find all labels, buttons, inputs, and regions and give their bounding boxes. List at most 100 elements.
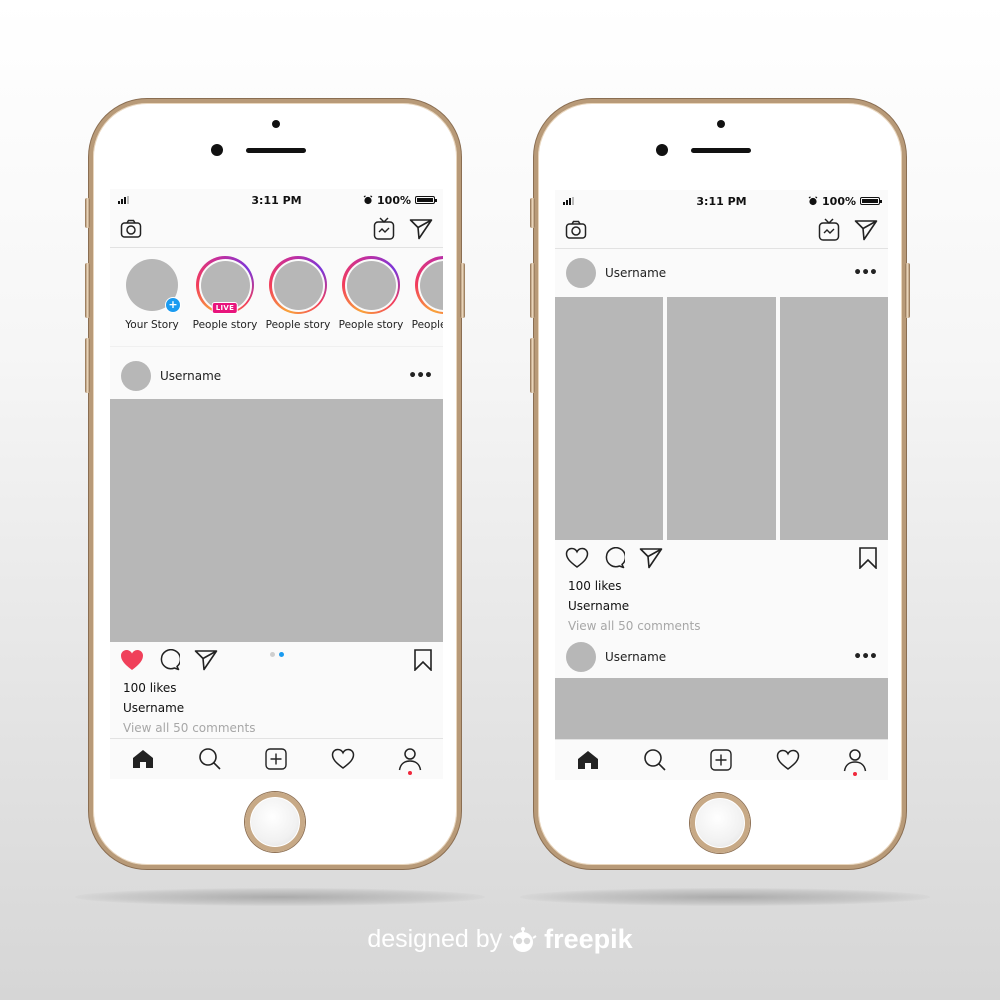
- story-ring: [415, 256, 443, 314]
- credit-prefix: designed by: [367, 925, 503, 953]
- post-username[interactable]: Username: [160, 369, 221, 383]
- story-item[interactable]: People story: [339, 256, 403, 346]
- comment-icon[interactable]: [158, 649, 180, 671]
- bottom-nav: [555, 739, 888, 780]
- carousel-dot: [269, 652, 275, 657]
- carousel-indicator: [269, 652, 284, 657]
- nav-new-post[interactable]: [706, 745, 736, 775]
- earpiece-speaker: [691, 148, 751, 153]
- volume-down-button: [530, 338, 535, 393]
- post-username[interactable]: Username: [605, 650, 666, 664]
- post-image[interactable]: [555, 297, 664, 540]
- volume-up-button: [85, 263, 90, 318]
- live-badge: LIVE: [211, 302, 239, 314]
- mute-switch: [530, 198, 535, 228]
- next-post-image[interactable]: [555, 678, 888, 748]
- story-label: People story: [192, 319, 258, 331]
- caption-username[interactable]: Username: [110, 698, 443, 718]
- add-story-icon[interactable]: +: [165, 297, 181, 313]
- likes-count[interactable]: 100 likes: [110, 678, 443, 698]
- more-options-icon[interactable]: •••: [408, 368, 433, 384]
- front-camera: [211, 144, 223, 156]
- new-post-icon: [265, 748, 288, 770]
- comment-icon[interactable]: [603, 547, 625, 569]
- proximity-sensor: [272, 120, 280, 128]
- activity-heart-icon: [331, 748, 355, 769]
- post-image[interactable]: [110, 399, 443, 642]
- credit-watermark: designed by freepik: [0, 924, 1000, 955]
- nav-search[interactable]: [195, 744, 225, 774]
- more-options-icon[interactable]: •••: [853, 649, 878, 665]
- home-icon: [578, 751, 599, 769]
- nav-activity[interactable]: [773, 745, 803, 775]
- phone-right: 3:11 PM 100% Username ••• 100 likes User…: [530, 99, 910, 869]
- home-button[interactable]: [690, 793, 750, 853]
- nav-profile[interactable]: [840, 745, 870, 776]
- camera-icon[interactable]: [565, 220, 587, 240]
- post-image[interactable]: [779, 297, 888, 540]
- igtv-icon[interactable]: [818, 218, 840, 242]
- battery-icon: [415, 196, 437, 204]
- story-item-live[interactable]: LIVE People story: [193, 256, 257, 346]
- carousel-dot-active: [278, 652, 284, 657]
- story-your-story[interactable]: + Your Story: [124, 256, 181, 346]
- volume-up-button: [530, 263, 535, 318]
- post-actions: [555, 540, 888, 576]
- avatar: [419, 260, 443, 310]
- story-label: Your Story: [125, 319, 179, 331]
- share-icon[interactable]: [639, 547, 663, 569]
- story-ring: [342, 256, 400, 314]
- igtv-icon[interactable]: [373, 217, 395, 241]
- story-label: People story: [411, 319, 443, 331]
- activity-heart-icon: [776, 749, 800, 770]
- earpiece-speaker: [246, 148, 306, 153]
- avatar[interactable]: [566, 642, 596, 672]
- stories-tray: + Your Story LIVE People story People st…: [110, 248, 443, 347]
- view-comments-link[interactable]: View all 50 comments: [110, 718, 443, 738]
- avatar[interactable]: [121, 361, 151, 391]
- caption-username[interactable]: Username: [555, 596, 888, 616]
- notification-dot: [407, 771, 412, 775]
- front-camera: [656, 144, 668, 156]
- story-item[interactable]: People story: [412, 256, 443, 346]
- battery-percent: 100%: [822, 194, 856, 208]
- freepik-logo-icon: [508, 926, 538, 954]
- home-icon: [133, 750, 154, 768]
- like-heart-filled-icon[interactable]: [120, 649, 144, 671]
- direct-message-icon[interactable]: [854, 219, 878, 241]
- post-header: Username •••: [555, 249, 888, 297]
- phone-shadow-left: [75, 888, 485, 906]
- share-icon[interactable]: [194, 649, 218, 671]
- post-username[interactable]: Username: [605, 266, 666, 280]
- story-label: People story: [338, 319, 404, 331]
- nav-activity[interactable]: [328, 744, 358, 774]
- camera-icon[interactable]: [120, 219, 142, 239]
- credit-brand: freepik: [544, 924, 633, 954]
- avatar[interactable]: [566, 258, 596, 288]
- bookmark-icon[interactable]: [858, 547, 878, 569]
- search-icon: [644, 749, 666, 771]
- nav-new-post[interactable]: [261, 744, 291, 774]
- bottom-nav: [110, 738, 443, 779]
- nav-home[interactable]: [128, 744, 158, 774]
- story-item[interactable]: People story: [266, 256, 330, 346]
- nav-home[interactable]: [573, 745, 603, 775]
- more-options-icon[interactable]: •••: [853, 265, 878, 281]
- like-heart-icon[interactable]: [565, 547, 589, 569]
- view-comments-link[interactable]: View all 50 comments: [555, 616, 888, 636]
- status-bar: 3:11 PM 100%: [555, 190, 888, 212]
- bookmark-icon[interactable]: [413, 649, 433, 671]
- home-button[interactable]: [245, 792, 305, 852]
- nav-profile[interactable]: [395, 744, 425, 775]
- direct-message-icon[interactable]: [409, 218, 433, 240]
- battery-icon: [860, 197, 882, 205]
- nav-search[interactable]: [640, 745, 670, 775]
- proximity-sensor: [717, 120, 725, 128]
- avatar: +: [126, 259, 181, 313]
- alarm-icon: [363, 195, 373, 205]
- new-post-icon: [710, 749, 733, 771]
- phone-shadow-right: [520, 888, 930, 906]
- likes-count[interactable]: 100 likes: [555, 576, 888, 596]
- search-icon: [199, 748, 221, 770]
- post-image[interactable]: [667, 297, 776, 540]
